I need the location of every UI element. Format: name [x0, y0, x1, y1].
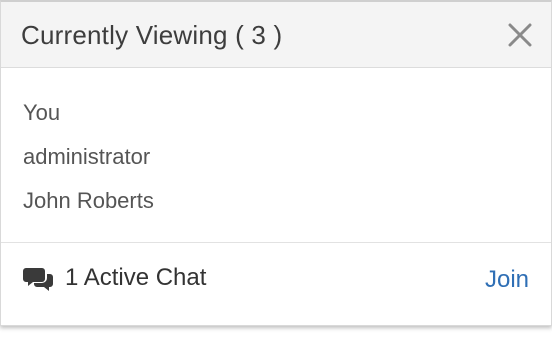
panel-header: Currently Viewing ( 3 )	[1, 2, 551, 68]
viewer-item: You	[23, 100, 61, 125]
viewer-item: John Roberts	[23, 188, 154, 213]
close-icon	[508, 23, 532, 47]
currently-viewing-panel: Currently Viewing ( 3 ) You administrato…	[0, 0, 552, 326]
panel-title: Currently Viewing ( 3 )	[21, 20, 283, 50]
close-button[interactable]	[505, 20, 535, 50]
active-chat-indicator: 1 Active Chat	[23, 264, 206, 292]
active-chat-count: 1 Active Chat	[65, 264, 207, 291]
viewer-list: You administrator John Roberts	[23, 100, 154, 232]
divider	[1, 242, 551, 243]
chat-bubbles-icon	[23, 268, 53, 291]
viewer-item: administrator	[23, 144, 151, 169]
join-link[interactable]: Join	[485, 266, 529, 294]
